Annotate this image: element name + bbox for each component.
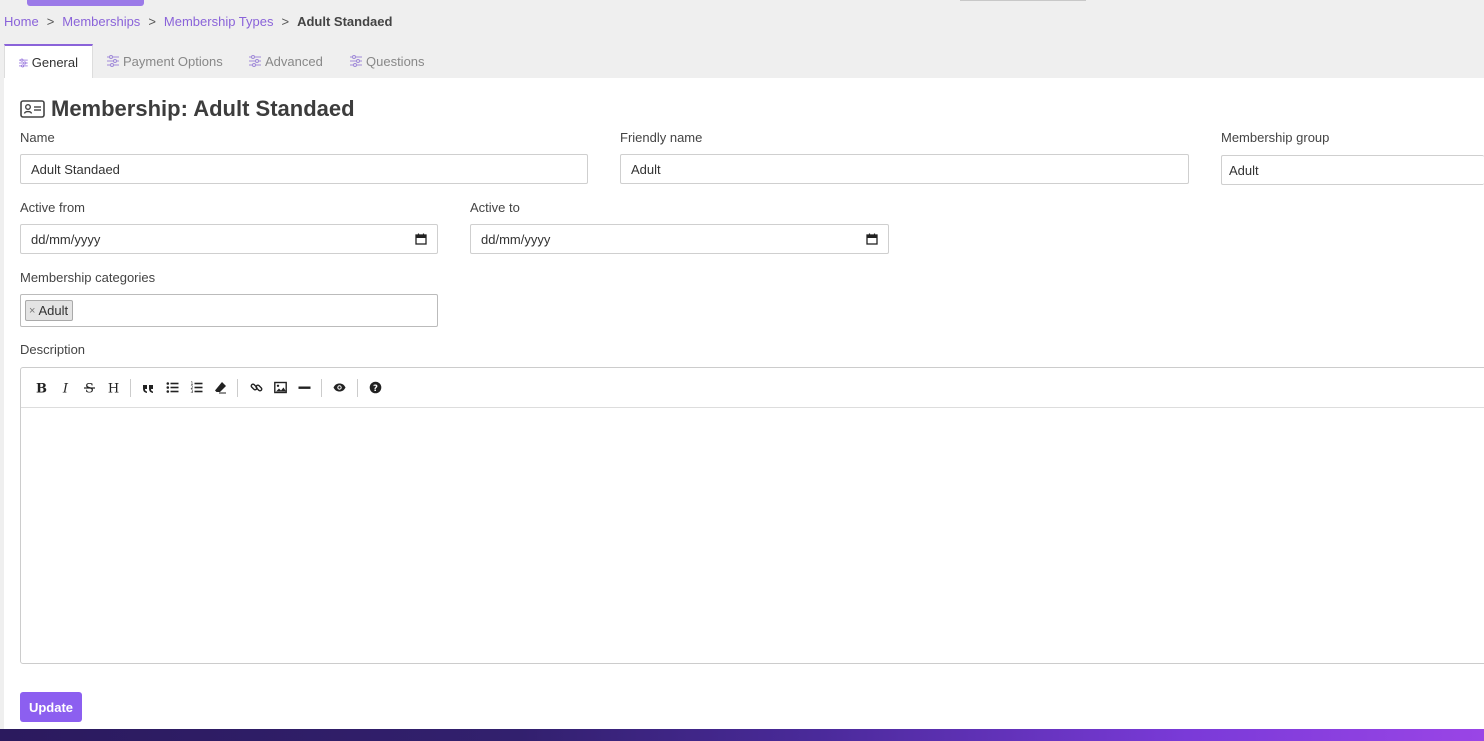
breadcrumb-memberships[interactable]: Memberships bbox=[62, 14, 140, 29]
active-to-label: Active to bbox=[470, 200, 520, 215]
unordered-list-button[interactable] bbox=[162, 377, 182, 397]
name-field[interactable]: Adult Standaed bbox=[20, 154, 588, 184]
breadcrumb-separator: > bbox=[281, 14, 290, 29]
eye-icon bbox=[333, 383, 345, 391]
sliders-icon bbox=[107, 55, 119, 67]
category-tag: × Adult bbox=[25, 300, 74, 321]
description-textarea[interactable] bbox=[21, 408, 1484, 664]
toolbar-separator bbox=[237, 379, 238, 397]
clean-block-button[interactable] bbox=[210, 377, 230, 397]
horizontal-rule-button[interactable] bbox=[294, 377, 314, 397]
top-nav-button[interactable] bbox=[27, 0, 144, 6]
svg-text:I: I bbox=[61, 381, 68, 394]
footer-bar bbox=[0, 729, 1484, 741]
breadcrumb-separator: > bbox=[148, 14, 156, 29]
active-from-value: dd/mm/yyyy bbox=[31, 231, 101, 247]
membership-group-label: Membership group bbox=[1221, 130, 1330, 145]
description-editor: B I S H 123 ? bbox=[20, 367, 1484, 664]
sliders-icon bbox=[249, 55, 261, 67]
strikethrough-button[interactable]: S bbox=[79, 377, 99, 397]
page-title: Membership: Adult Standaed bbox=[51, 96, 355, 121]
friendly-name-value: Adult bbox=[631, 161, 661, 177]
svg-text:B: B bbox=[36, 381, 47, 394]
preview-button[interactable] bbox=[329, 377, 349, 397]
content-panel: Membership: Adult Standaed Name Adult St… bbox=[4, 78, 1484, 730]
categories-multiselect[interactable]: × Adult bbox=[20, 294, 438, 327]
tab-payment-options[interactable]: Payment Options bbox=[107, 44, 223, 78]
unordered-list-icon bbox=[166, 381, 178, 393]
tab-label: General bbox=[31, 55, 78, 70]
horizontal-rule-icon bbox=[298, 386, 310, 389]
tab-questions[interactable]: Questions bbox=[350, 44, 425, 78]
sliders-icon bbox=[350, 55, 362, 67]
name-value: Adult Standaed bbox=[31, 161, 120, 177]
svg-text:3: 3 bbox=[190, 389, 193, 394]
image-icon bbox=[273, 381, 287, 393]
editor-toolbar: B I S H 123 ? bbox=[21, 368, 1484, 408]
breadcrumb-membership-types[interactable]: Membership Types bbox=[164, 14, 274, 29]
sliders-icon bbox=[19, 58, 28, 67]
friendly-name-label: Friendly name bbox=[620, 130, 703, 145]
active-from-label: Active from bbox=[20, 200, 86, 215]
friendly-name-field[interactable]: Adult bbox=[620, 154, 1189, 184]
bold-button[interactable]: B bbox=[31, 377, 51, 397]
categories-label: Membership categories bbox=[20, 270, 156, 285]
italic-button[interactable]: I bbox=[55, 377, 75, 397]
calendar-icon[interactable] bbox=[415, 233, 427, 245]
italic-icon: I bbox=[61, 381, 68, 394]
active-from-date-input[interactable]: dd/mm/yyyy bbox=[20, 224, 438, 254]
svg-text:H: H bbox=[107, 381, 118, 394]
toolbar-separator bbox=[321, 379, 322, 397]
ordered-list-icon: 123 bbox=[190, 381, 202, 394]
page-title-row: Membership: Adult Standaed bbox=[20, 96, 355, 122]
tab-label: Questions bbox=[366, 53, 425, 69]
active-to-value: dd/mm/yyyy bbox=[481, 231, 551, 247]
calendar-icon[interactable] bbox=[866, 233, 878, 245]
link-button[interactable] bbox=[246, 377, 266, 397]
toolbar-separator bbox=[130, 379, 131, 397]
top-divider bbox=[960, 0, 1086, 1]
heading-button[interactable]: H bbox=[103, 377, 123, 397]
tab-advanced[interactable]: Advanced bbox=[249, 44, 323, 78]
id-card-icon bbox=[20, 100, 45, 118]
description-label: Description bbox=[20, 342, 86, 357]
quote-button[interactable] bbox=[138, 377, 158, 397]
breadcrumb-home[interactable]: Home bbox=[4, 14, 39, 29]
active-to-date-input[interactable]: dd/mm/yyyy bbox=[470, 224, 889, 254]
strikethrough-icon: S bbox=[83, 381, 95, 394]
toolbar-separator bbox=[357, 379, 358, 397]
tab-general[interactable]: General bbox=[4, 44, 93, 79]
breadcrumb: Home > Memberships > Membership Types > Adult … bbox=[4, 14, 392, 30]
tab-label: Payment Options bbox=[123, 53, 223, 69]
guide-button[interactable]: ? bbox=[365, 377, 385, 397]
update-button[interactable]: Update bbox=[20, 692, 82, 722]
tab-label: Advanced bbox=[265, 53, 323, 69]
link-icon bbox=[250, 382, 262, 392]
svg-text:?: ? bbox=[373, 383, 378, 393]
name-label: Name bbox=[20, 130, 55, 145]
ordered-list-button[interactable]: 123 bbox=[186, 377, 206, 397]
heading-icon: H bbox=[107, 381, 118, 394]
quote-icon bbox=[142, 384, 153, 393]
membership-group-select[interactable]: Adult bbox=[1221, 155, 1484, 185]
bold-icon: B bbox=[36, 381, 47, 394]
question-circle-icon: ? bbox=[369, 381, 381, 393]
eraser-icon bbox=[214, 381, 226, 393]
membership-group-value: Adult bbox=[1229, 162, 1259, 178]
breadcrumb-separator: > bbox=[46, 14, 55, 29]
breadcrumb-current: Adult Standaed bbox=[297, 14, 393, 29]
image-button[interactable] bbox=[270, 377, 290, 397]
tag-label: Adult bbox=[38, 303, 69, 318]
tag-remove-button[interactable]: × bbox=[29, 305, 35, 317]
